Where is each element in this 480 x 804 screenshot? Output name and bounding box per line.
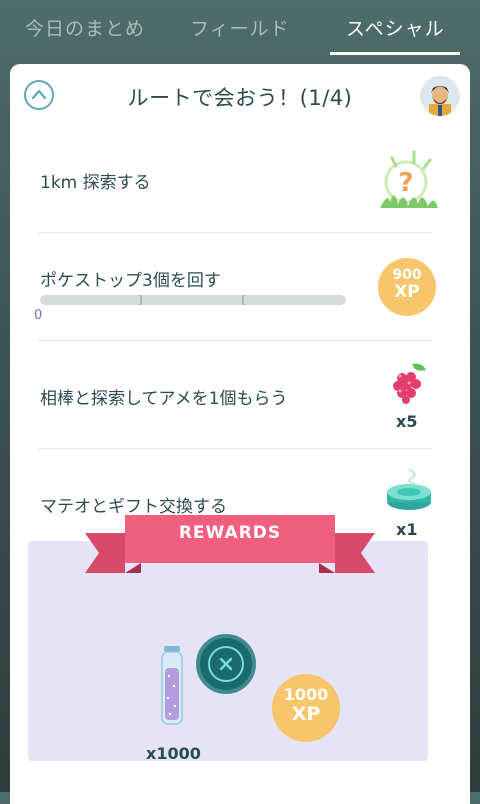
reward-quantity: x1000 xyxy=(146,744,201,763)
xp-reward-badge: 900 XP xyxy=(378,258,436,316)
dismiss-button[interactable] xyxy=(196,634,256,694)
progress-value: 0 xyxy=(34,308,43,323)
reward-quantity: x1 xyxy=(396,520,418,539)
task-label: ポケストップ3個を回す xyxy=(40,271,221,291)
task-label: 1km 探索する xyxy=(40,173,151,193)
active-tab-indicator xyxy=(330,52,460,55)
tab-special[interactable]: スペシャル xyxy=(346,14,445,41)
divider xyxy=(38,232,432,233)
mystery-encounter-icon: ? xyxy=(374,144,444,214)
incense-icon xyxy=(384,468,434,512)
close-icon xyxy=(208,646,244,682)
razz-berry-icon xyxy=(386,360,430,404)
xp-amount: 1000 xyxy=(283,685,329,704)
xp-unit: XP xyxy=(394,282,420,302)
tab-bar: 今日のまとめ フィールド スペシャル xyxy=(0,0,480,58)
xp-unit: XP xyxy=(291,703,321,725)
divider xyxy=(38,448,432,449)
tab-field[interactable]: フィールド xyxy=(190,14,290,41)
divider xyxy=(38,340,432,341)
progress-tick xyxy=(242,295,244,305)
stardust-vial-icon xyxy=(158,646,186,726)
reward-quantity: x5 xyxy=(396,412,418,431)
card-title: ルートで会おう！(1/4) xyxy=(127,86,353,110)
xp-amount: 900 xyxy=(392,267,422,283)
rewards-banner: REWARDS xyxy=(178,523,282,543)
professor-avatar xyxy=(420,76,460,116)
xp-reward-badge: 1000 XP xyxy=(272,674,340,742)
task-label: 相棒と探索してアメを1個もらう xyxy=(40,389,288,409)
tab-today-summary[interactable]: 今日のまとめ xyxy=(25,14,145,41)
progress-bar xyxy=(40,295,346,305)
task-label: マテオとギフト交換する xyxy=(40,497,227,517)
svg-text:?: ? xyxy=(398,168,413,198)
progress-tick xyxy=(140,295,142,305)
